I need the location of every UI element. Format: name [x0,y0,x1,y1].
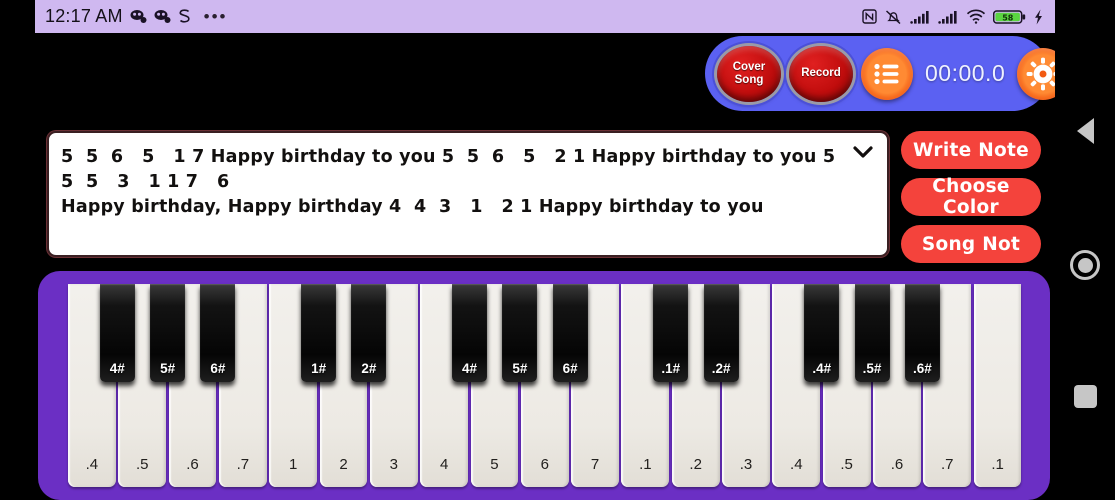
app-notification-icon [154,10,171,23]
piano-black-key[interactable]: 1# [301,284,337,382]
piano-black-key[interactable]: .4# [804,284,840,382]
piano-key-label: .2# [711,361,731,376]
mute-bell-icon [885,9,901,24]
action-button-label: Choose Color [932,176,1010,218]
signal-bars-icon [938,10,957,24]
piano-key-label: 6 [540,456,549,473]
piano-key-label: 5# [512,361,528,376]
piano-key-label: 7 [590,456,600,473]
piano-key-label: 1# [311,361,327,376]
action-button-label: Song Not [921,233,1021,255]
piano-black-key[interactable]: 5# [502,284,538,382]
status-bar-left: 12:17 AM ••• [45,6,228,27]
piano-key-label: .4# [812,361,832,376]
piano-black-key[interactable]: 6# [200,284,236,382]
charging-bolt-icon [1035,9,1042,24]
piano-key-label: .7 [236,456,250,473]
piano-key-label: 6# [562,361,578,376]
piano-key-label: 6# [210,361,226,376]
signal-bars-icon [910,10,929,24]
choose-color-button[interactable]: Choose Color [901,176,1041,218]
piano-key-label: 2# [361,361,377,376]
song-notes-text: 5 5 6 5 1 7 Happy birthday to you 5 5 6 … [61,147,836,217]
piano-black-key[interactable]: 6# [552,284,588,382]
back-triangle-icon[interactable] [1076,118,1094,144]
piano-keybed: .4 .5 .6 .7 1 2 3 4 5 6 7 .1 .2 .3 .4 .5 .6 .7 .1 4# 5# 6# 1# 2… [67,284,1023,500]
piano-key-label: .5 [840,456,853,473]
action-button-group: Write Note Choose Color Song Not [901,131,1041,263]
s-badge-icon [179,9,190,23]
piano-black-key[interactable]: .5# [854,284,890,382]
piano-key-label: .2 [689,456,702,473]
piano-black-key[interactable]: 5# [150,284,186,382]
recording-toolbar: Cover Song Record 00:00.0 [705,36,1070,111]
app-notification-icon [130,10,147,23]
song-list-button[interactable] [861,47,913,100]
piano-key-label: .6 [186,456,199,473]
piano-black-key[interactable]: 2# [351,284,387,382]
piano-black-key[interactable]: 4# [99,284,135,382]
piano-key-label: 5# [160,361,176,376]
song-notes-textarea[interactable]: 5 5 6 5 1 7 Happy birthday to you 5 5 6 … [47,131,889,257]
piano-black-key[interactable]: .1# [653,284,689,382]
piano-key-label: .7 [941,456,954,473]
piano-white-key[interactable]: .1 [973,284,1022,487]
chevron-down-icon[interactable] [852,143,874,161]
piano-key-label: 5 [490,456,499,473]
piano-black-key[interactable]: 4# [452,284,488,382]
app-screen: 12:17 AM ••• 58 Cover Song Record 00:00.… [0,0,1115,500]
status-clock: 12:17 AM [45,6,123,26]
piano-black-key[interactable]: .6# [904,284,940,382]
cover-song-button[interactable]: Cover Song [717,45,781,102]
piano-key-label: 4# [109,361,125,376]
piano-key-label: .1 [639,456,652,473]
piano-key-label: 4 [439,456,449,473]
piano-key-label: 4# [462,361,478,376]
piano-black-key[interactable]: .2# [703,284,739,382]
battery-percent-label: 58 [1002,13,1014,22]
action-button-label: Write Note [913,139,1029,161]
wifi-icon [966,9,985,24]
list-icon [874,63,899,84]
piano-key-label: .1# [661,361,681,376]
nfc-icon [862,9,877,24]
song-not-button[interactable]: Song Not [901,225,1041,263]
recording-timer: 00:00.0 [925,60,1006,86]
status-bar: 12:17 AM ••• 58 [35,0,1055,33]
piano-key-label: .4 [790,456,803,473]
record-button[interactable]: Record [789,45,853,102]
piano-key-label: .4 [85,456,99,473]
android-nav-bar [1055,33,1115,500]
piano-key-label: 2 [339,456,348,473]
cover-song-label-line2: Song [734,73,764,86]
more-dots-icon: ••• [203,6,228,26]
piano-key-label: .5 [135,456,149,473]
write-note-button[interactable]: Write Note [901,131,1041,169]
piano-key-label: .1 [991,456,1004,473]
status-bar-right: 58 [862,9,1043,25]
piano-key-label: .3 [739,456,753,473]
piano-key-label: .6 [890,456,904,473]
piano-key-label: .5# [862,361,882,376]
home-circle-icon[interactable] [1070,250,1100,280]
cover-song-label-line1: Cover [732,61,766,74]
battery-icon: 58 [993,9,1026,24]
record-label: Record [801,67,841,80]
recent-apps-square-icon[interactable] [1073,385,1097,408]
piano-frame: .4 .5 .6 .7 1 2 3 4 5 6 7 .1 .2 .3 .4 .5 .6 .7 .1 4# 5# 6# 1# 2… [38,271,1050,500]
piano-key-label: 3 [389,456,398,473]
piano-key-label: .6# [912,361,932,376]
piano-key-label: 1 [288,456,298,473]
